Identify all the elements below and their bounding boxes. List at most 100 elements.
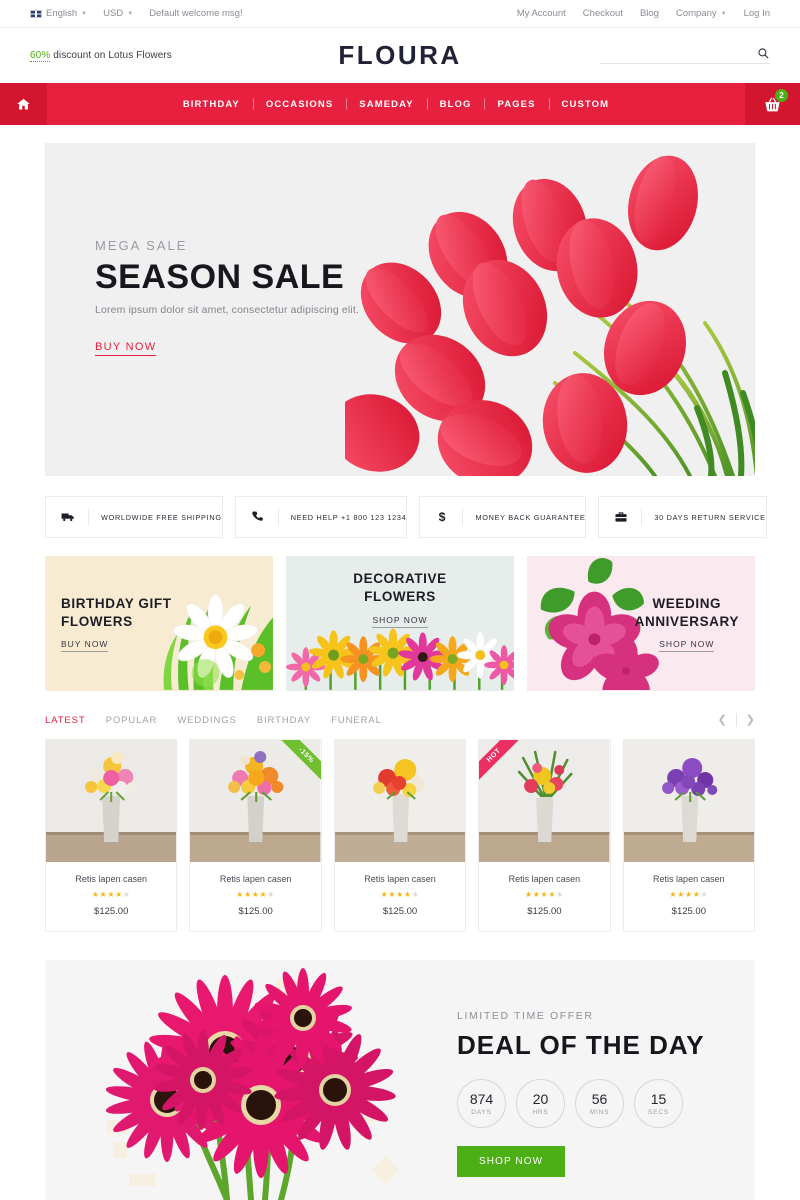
bouquet-image (46, 740, 177, 862)
product-image (334, 740, 466, 862)
chevron-down-icon: ▼ (127, 10, 134, 17)
divider (735, 713, 737, 727)
hero-banner: MEGA SALE SEASON SALE Lorem ipsum dolor … (45, 143, 755, 476)
product-rating: ★★★★★ (236, 890, 276, 899)
hero-kicker: MEGA SALE (95, 238, 188, 253)
countdown-value: 874 (469, 1090, 494, 1107)
product-name: Retis lapen casen (364, 874, 436, 884)
promo-percent: 60% (30, 50, 51, 62)
product-card[interactable]: -15% Retis lapen casen ★★★★★ $125.00 (189, 739, 322, 932)
product-info: Retis lapen casen ★★★★★ $125.00 (190, 862, 320, 931)
product-price: $125.00 (382, 906, 418, 917)
product-card[interactable]: Retis lapen casen ★★★★★ $125.00 (45, 739, 178, 932)
site-header: 60% discount on Lotus Flowers FLOURA (0, 28, 800, 83)
product-info: Retis lapen casen ★★★★★ $125.00 (46, 862, 176, 931)
company-label: Company (675, 8, 717, 19)
tab-funeral[interactable]: FUNERAL (331, 715, 382, 726)
bouquet-image (334, 740, 466, 862)
top-bar-left: English ▼ USD ▼ Default welcome msg! (30, 8, 243, 19)
product-info: Retis lapen casen ★★★★★ $125.00 (624, 862, 754, 931)
tab-weddings[interactable]: WEDDINGS (177, 715, 236, 726)
gerbera-image (105, 968, 399, 1200)
search-input[interactable] (600, 48, 757, 59)
product-price: $125.00 (94, 906, 129, 917)
tab-popular[interactable]: POPULAR (106, 715, 158, 726)
home-icon (17, 98, 30, 109)
phone-icon (250, 510, 266, 524)
chevron-down-icon: ▼ (81, 10, 88, 17)
product-tabs: LATEST POPULAR WEDDINGS BIRTHDAY FUNERAL (45, 715, 382, 726)
product-name: Retis lapen casen (219, 874, 292, 884)
nav-item-custom[interactable]: CUSTOM (549, 99, 623, 110)
promo-buy-now-link[interactable]: BUY NOW (61, 639, 109, 653)
product-rating: ★★★★★ (524, 890, 564, 899)
countdown-hours: 20 HRS (516, 1079, 565, 1128)
hero-buy-now-button[interactable]: BUY NOW (95, 341, 157, 357)
product-image (46, 740, 177, 862)
product-grid: Retis lapen casen ★★★★★ $125.00 -15% Ret… (45, 739, 756, 932)
feature-help[interactable]: NEED HELP +1 800 123 1234 (234, 496, 408, 538)
promo-card-birthday[interactable]: BIRTHDAY GIFT FLOWERS BUY NOW (45, 556, 273, 691)
nav-item-sameday[interactable]: SAMEDAY (346, 99, 426, 110)
link-company[interactable]: Company ▼ (676, 8, 727, 19)
link-log-in[interactable]: Log In (744, 8, 770, 19)
nav-home-button[interactable] (0, 83, 47, 125)
chevron-left-icon[interactable]: ❮ (718, 714, 727, 726)
product-info: Retis lapen casen ★★★★★ $125.00 (335, 862, 465, 931)
bouquet-image (623, 740, 755, 862)
nav-item-occasions[interactable]: OCCASIONS (253, 99, 346, 110)
promo-shop-now-link[interactable]: SHOP NOW (372, 615, 428, 628)
product-price: $125.00 (671, 906, 706, 917)
feature-money-back[interactable]: $ MONEY BACK GUARANTEE (419, 496, 587, 538)
link-blog[interactable]: Blog (640, 8, 659, 19)
currency-selector[interactable]: USD ▼ (103, 8, 133, 19)
divider (462, 508, 464, 526)
svg-text:$: $ (439, 510, 446, 524)
divider (88, 508, 89, 526)
tab-birthday[interactable]: BIRTHDAY (257, 715, 311, 726)
cart-button[interactable]: 2 (745, 83, 800, 125)
link-checkout[interactable]: Checkout (583, 8, 623, 19)
nav-item-birthday[interactable]: BIRTHDAY (170, 99, 253, 110)
product-name: Retis lapen casen (75, 874, 147, 884)
feature-label: NEED HELP +1 800 123 1234 (290, 512, 407, 522)
product-card[interactable]: Retis lapen casen ★★★★★ $125.00 (622, 739, 756, 932)
product-card[interactable]: HOT Retis lapen casen ★★★★★ $125.00 (478, 739, 611, 932)
product-price: $125.00 (527, 906, 562, 917)
product-price: $125.00 (238, 906, 273, 917)
feature-shipping[interactable]: WORLDWIDE FREE SHIPPING (45, 496, 223, 538)
nav-item-pages[interactable]: PAGES (484, 99, 548, 110)
tab-latest[interactable]: LATEST (45, 715, 86, 726)
promo-cards: BIRTHDAY GIFT FLOWERS BUY NOW DECORATIVE… (45, 556, 755, 691)
language-selector[interactable]: English ▼ (30, 8, 87, 19)
search-icon[interactable] (757, 47, 770, 60)
chevron-down-icon: ▼ (720, 10, 727, 17)
product-info: Retis lapen casen ★★★★★ $125.00 (479, 862, 609, 931)
countdown-timer: 874 DAYS 20 HRS 56 MINS 15 SECS (457, 1079, 705, 1128)
product-rating: ★★★★★ (380, 890, 420, 899)
feature-label: 30 DAYS RETURN SERVICE (654, 512, 766, 522)
welcome-message: Default welcome msg! (149, 8, 243, 19)
carousel-controls: ❮ ❯ (718, 713, 755, 727)
product-tabs-row: LATEST POPULAR WEDDINGS BIRTHDAY FUNERAL… (45, 713, 755, 727)
countdown-minutes: 56 MINS (575, 1079, 624, 1128)
truck-icon (60, 510, 76, 524)
feature-returns[interactable]: 30 DAYS RETURN SERVICE (598, 496, 767, 538)
countdown-unit: MINS (589, 1108, 610, 1116)
countdown-value: 15 (650, 1090, 667, 1107)
link-my-account[interactable]: My Account (517, 8, 566, 19)
product-image (623, 740, 755, 862)
product-card[interactable]: Retis lapen casen ★★★★★ $125.00 (333, 739, 467, 932)
search-bar[interactable] (600, 47, 770, 64)
feature-label: MONEY BACK GUARANTEE (475, 512, 586, 522)
hero-copy: MEGA SALE SEASON SALE Lorem ipsum dolor … (95, 238, 395, 357)
chevron-right-icon[interactable]: ❯ (746, 714, 755, 726)
cart-count-badge: 2 (775, 89, 788, 102)
promo-card-anniversary[interactable]: WEEDING ANNIVERSARY SHOP NOW (527, 556, 755, 691)
promo-shop-now-link[interactable]: SHOP NOW (659, 639, 715, 653)
nav-item-blog[interactable]: BLOG (427, 99, 485, 110)
promo-content: DECORATIVE FLOWERS SHOP NOW (337, 570, 463, 628)
deal-kicker: LIMITED TIME OFFER (457, 1010, 594, 1022)
deal-shop-now-button[interactable]: SHOP NOW (457, 1146, 566, 1177)
promo-card-decorative[interactable]: DECORATIVE FLOWERS SHOP NOW (286, 556, 514, 691)
